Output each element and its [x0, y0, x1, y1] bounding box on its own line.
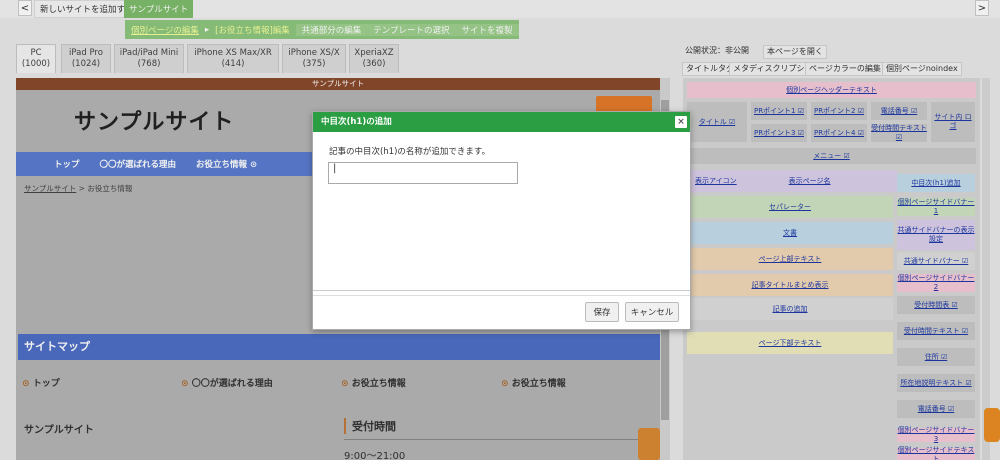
dialog-divider [313, 290, 690, 291]
close-icon[interactable]: × [675, 116, 687, 128]
dialog-divider-2 [313, 295, 690, 296]
add-h1-dialog: 中目次(h1)の追加 × 記事の中目次(h1)の名称が追加できます。 | 保存 … [312, 111, 691, 330]
save-button[interactable]: 保存 [585, 302, 619, 322]
h1-name-input[interactable]: | [328, 162, 518, 184]
cancel-button[interactable]: キャンセル [625, 302, 679, 322]
dialog-message: 記事の中目次(h1)の名称が追加できます。 [329, 147, 491, 157]
dialog-title: 中目次(h1)の追加 [313, 112, 690, 132]
